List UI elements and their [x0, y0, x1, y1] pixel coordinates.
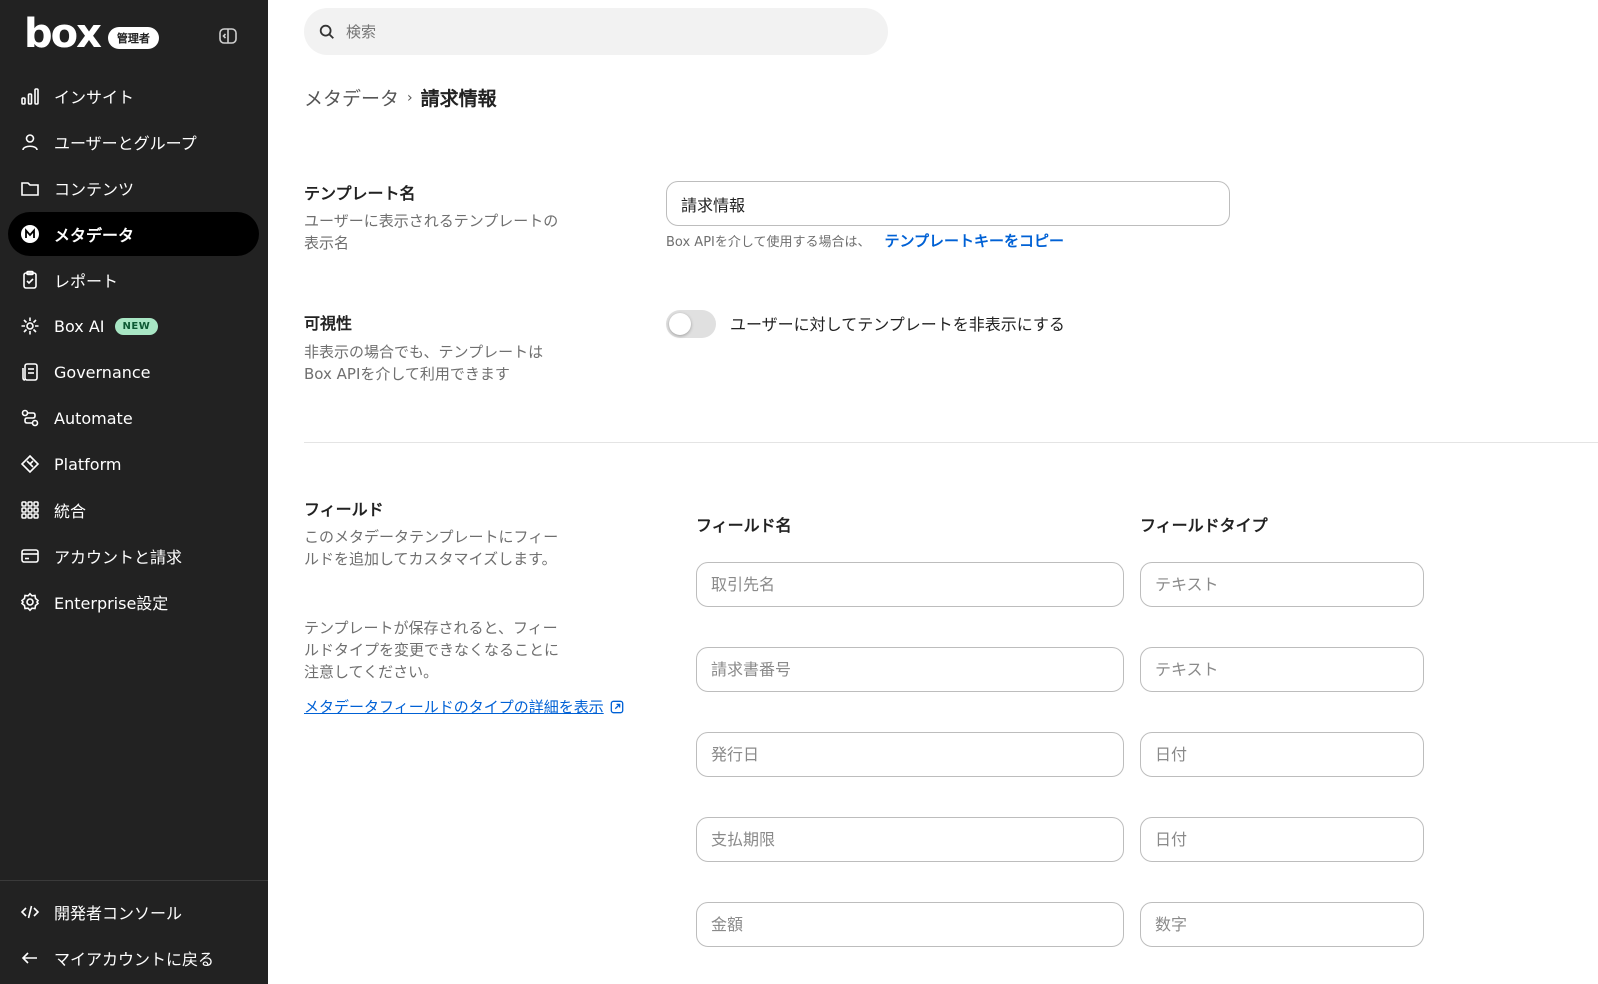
field-name-input[interactable]: [696, 562, 1124, 607]
automate-icon: [20, 408, 40, 428]
metadata-icon: [20, 224, 40, 244]
sidebar-item-label: インサイト: [54, 88, 135, 107]
sidebar-item-label: Box AI: [54, 316, 105, 336]
sidebar-item-box-ai[interactable]: Box AI NEW: [8, 304, 259, 348]
search-input[interactable]: [346, 22, 846, 41]
doc-link-label: メタデータフィールドのタイプの詳細を表示: [304, 698, 604, 716]
sidebar-nav: インサイト ユーザーとグループ コンテンツ メタデータ レポート Box AI …: [8, 74, 259, 626]
search-bar[interactable]: [304, 8, 888, 55]
sidebar-item-label: マイアカウントに戻る: [54, 950, 215, 969]
sidebar-divider: [0, 880, 268, 881]
admin-badge: 管理者: [107, 27, 159, 49]
sidebar-item-label: コンテンツ: [54, 180, 135, 199]
breadcrumb-parent[interactable]: メタデータ: [304, 84, 399, 111]
brand: box 管理者: [24, 12, 159, 56]
code-icon: [20, 902, 40, 922]
sidebar-item-users-groups[interactable]: ユーザーとグループ: [8, 120, 259, 164]
sidebar-item-dev-console[interactable]: 開発者コンソール: [8, 890, 259, 934]
field-name-header: フィールド名: [696, 516, 792, 535]
sidebar-bottom-nav: 開発者コンソール マイアカウントに戻る: [8, 890, 259, 982]
card-icon: [20, 546, 40, 566]
sidebar-item-platform[interactable]: Platform: [8, 442, 259, 486]
sidebar-item-account-billing[interactable]: アカウントと請求: [8, 534, 259, 578]
breadcrumb: メタデータ › 請求情報: [304, 84, 497, 111]
field-type-input[interactable]: [1140, 647, 1424, 692]
collapse-sidebar-icon[interactable]: [218, 26, 238, 46]
visibility-desc: 非表示の場合でも、テンプレートはBox APIを介して利用できます: [304, 343, 544, 383]
sidebar-item-label: レポート: [54, 272, 119, 291]
field-types-doc-link[interactable]: メタデータフィールドのタイプの詳細を表示: [304, 696, 624, 717]
toggle-knob: [669, 313, 691, 335]
sidebar-item-label: Governance: [54, 362, 151, 382]
sidebar-item-insights[interactable]: インサイト: [8, 74, 259, 118]
breadcrumb-separator: ›: [407, 89, 413, 106]
copy-template-key-link[interactable]: テンプレートキーをコピー: [884, 230, 1064, 251]
sidebar-item-label: アカウントと請求: [54, 548, 183, 567]
sidebar-item-governance[interactable]: Governance: [8, 350, 259, 394]
grid-icon: [20, 500, 40, 520]
template-name-desc: ユーザーに表示されるテンプレートの表示名: [304, 212, 559, 252]
sidebar-item-enterprise-settings[interactable]: Enterprise設定: [8, 580, 259, 624]
gear-icon: [20, 592, 40, 612]
visibility-title: 可視性: [304, 314, 353, 333]
field-name-input[interactable]: [696, 902, 1124, 947]
sidebar-item-metadata[interactable]: メタデータ: [8, 212, 259, 256]
governance-icon: [20, 362, 40, 382]
sidebar-item-label: Enterprise設定: [54, 594, 169, 613]
folder-icon: [20, 178, 40, 198]
template-name-title: テンプレート名: [304, 184, 416, 203]
sidebar-item-label: 開発者コンソール: [54, 904, 183, 923]
sidebar-item-label: Platform: [54, 454, 122, 474]
field-name-input[interactable]: [696, 817, 1124, 862]
api-hint-text: Box APIを介して使用する場合は、: [666, 235, 871, 250]
field-type-input[interactable]: [1140, 902, 1424, 947]
sidebar-item-label: 統合: [54, 502, 87, 521]
box-logo[interactable]: box: [24, 12, 102, 56]
field-name-input[interactable]: [696, 732, 1124, 777]
sidebar-item-label: Automate: [54, 408, 133, 428]
sidebar-item-reports[interactable]: レポート: [8, 258, 259, 302]
field-type-input[interactable]: [1140, 732, 1424, 777]
sidebar-item-integrations[interactable]: 統合: [8, 488, 259, 532]
ai-sparkle-icon: [20, 316, 40, 336]
hide-template-label: ユーザーに対してテンプレートを非表示にする: [730, 315, 1065, 334]
sidebar-item-label: メタデータ: [54, 226, 135, 245]
sidebar-item-back-to-account[interactable]: マイアカウントに戻る: [8, 936, 259, 980]
bar-chart-icon: [20, 86, 40, 106]
sidebar-item-content[interactable]: コンテンツ: [8, 166, 259, 210]
fields-title: フィールド: [304, 500, 384, 519]
hide-template-toggle[interactable]: [666, 310, 716, 338]
user-icon: [20, 132, 40, 152]
sidebar-item-label: ユーザーとグループ: [54, 134, 197, 153]
clipboard-icon: [20, 270, 40, 290]
breadcrumb-current: 請求情報: [420, 88, 497, 110]
new-badge: NEW: [114, 317, 159, 335]
field-type-header: フィールドタイプ: [1140, 516, 1268, 535]
template-name-input[interactable]: [666, 181, 1230, 226]
platform-icon: [20, 454, 40, 474]
field-type-input[interactable]: [1140, 817, 1424, 862]
field-type-input[interactable]: [1140, 562, 1424, 607]
sidebar: box 管理者 インサイト ユーザーとグループ コンテンツ メタデータ レポート…: [0, 0, 268, 984]
fields-desc-2: テンプレートが保存されると、フィールドタイプを変更できなくなることに注意してくだ…: [304, 619, 560, 681]
fields-desc-1: このメタデータテンプレートにフィールドを追加してカスタマイズします。: [304, 528, 559, 568]
search-icon: [318, 23, 336, 41]
template-key-hint: Box APIを介して使用する場合は、 テンプレートキーをコピー: [666, 230, 1064, 251]
sidebar-item-automate[interactable]: Automate: [8, 396, 259, 440]
section-divider: [304, 442, 1598, 443]
external-link-icon: [610, 700, 624, 714]
arrow-left-icon: [20, 948, 40, 968]
field-name-input[interactable]: [696, 647, 1124, 692]
